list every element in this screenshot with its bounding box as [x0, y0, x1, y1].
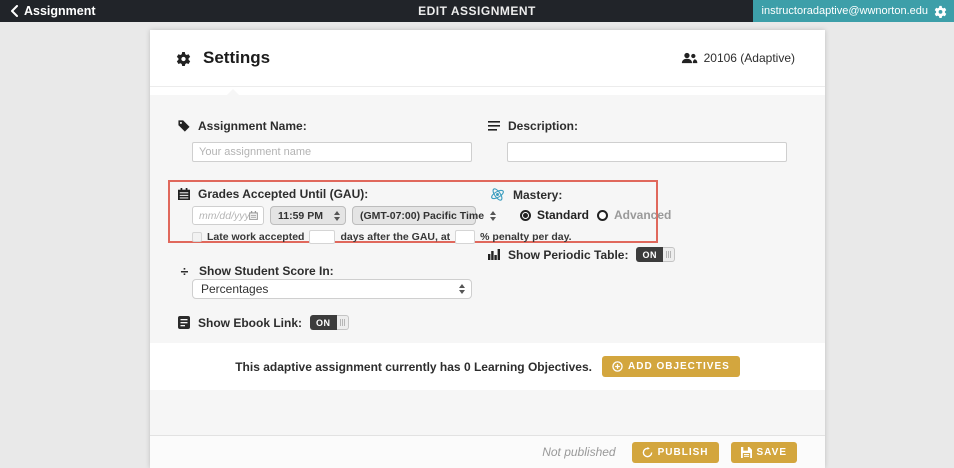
gau-label: Grades Accepted Until (GAU):: [198, 187, 368, 201]
gau-time-value: 11:59 PM: [278, 210, 323, 222]
publish-label: PUBLISH: [658, 447, 709, 458]
divide-icon: ÷: [178, 263, 191, 279]
publish-refresh-icon: [642, 447, 653, 458]
toggle-on-label: ON: [636, 247, 663, 262]
add-objectives-button[interactable]: ADD OBJECTIVES: [602, 356, 740, 377]
class-label: 20106 (Adaptive): [704, 51, 795, 65]
plus-circle-icon: [612, 361, 623, 372]
late-work-penalty-input[interactable]: [455, 230, 475, 244]
assignment-name-label-row: Assignment Name:: [178, 119, 307, 133]
account-email: instructoradaptive@wwnorton.edu: [762, 5, 928, 17]
gau-time-select[interactable]: 11:59 PM: [270, 206, 346, 225]
late-work-suffix: % penalty per day.: [480, 231, 571, 243]
students-icon: [681, 52, 698, 64]
periodic-table-label: Show Periodic Table:: [508, 248, 628, 262]
mastery-radio-standard[interactable]: Standard: [520, 208, 589, 222]
settings-form-panel: Assignment Name: Description: Grades Acc…: [150, 95, 825, 343]
add-objectives-label: ADD OBJECTIVES: [628, 361, 730, 372]
back-label: Assignment: [24, 4, 96, 18]
select-arrows-icon: [453, 284, 465, 294]
description-label-row: Description:: [488, 119, 578, 133]
gear-icon: [934, 5, 947, 18]
atom-icon: [490, 187, 505, 202]
mastery-label-row: Mastery:: [490, 187, 562, 202]
save-button[interactable]: SAVE: [731, 442, 798, 463]
gau-label-row: Grades Accepted Until (GAU):: [178, 187, 368, 201]
select-arrows-icon: [484, 211, 496, 221]
publish-status: Not published: [542, 445, 615, 459]
settings-card: Settings 20106 (Adaptive) Assignment Nam…: [150, 30, 825, 468]
calendar-icon: [178, 188, 190, 200]
gau-date-field[interactable]: [199, 210, 249, 222]
gau-mastery-highlight-box: Grades Accepted Until (GAU): 11:59 PM (G…: [168, 180, 658, 243]
objectives-strip: This adaptive assignment currently has 0…: [150, 343, 825, 390]
late-work-row: Late work accepted days after the GAU, a…: [192, 230, 572, 244]
lower-panel: [150, 390, 825, 435]
account-menu[interactable]: instructoradaptive@wwnorton.edu: [753, 0, 954, 22]
description-input[interactable]: [507, 142, 787, 162]
tag-icon: [178, 120, 190, 132]
toggle-knob[interactable]: [337, 315, 349, 330]
footer-bar: Not published PUBLISH SAVE: [150, 435, 825, 468]
description-lines-icon: [488, 121, 500, 132]
periodic-table-row: Show Periodic Table: ON: [488, 247, 675, 262]
ebook-label: Show Ebook Link:: [198, 316, 302, 330]
late-work-middle: days after the GAU, at: [340, 231, 450, 243]
toggle-on-label: ON: [310, 315, 337, 330]
mastery-radio-advanced[interactable]: Advanced: [597, 208, 671, 222]
section-title: Settings: [203, 48, 270, 68]
ebook-icon: [178, 316, 190, 329]
panel-notch: [226, 89, 240, 96]
score-value: Percentages: [201, 282, 268, 296]
chevron-left-icon: [10, 5, 19, 17]
score-label-row: ÷ Show Student Score In:: [178, 263, 334, 279]
late-work-days-input[interactable]: [309, 230, 335, 244]
radio-unselected-icon: [597, 210, 608, 221]
assignment-name-input[interactable]: [192, 142, 472, 162]
back-to-assignment-button[interactable]: Assignment: [0, 4, 96, 18]
gau-date-input[interactable]: [192, 206, 264, 225]
card-header: Settings 20106 (Adaptive): [150, 30, 825, 87]
toggle-knob[interactable]: [663, 247, 675, 262]
periodic-table-toggle[interactable]: ON: [636, 247, 675, 262]
publish-button[interactable]: PUBLISH: [632, 442, 719, 463]
mastery-advanced-label: Advanced: [614, 208, 671, 222]
select-arrows-icon: [328, 211, 340, 221]
late-work-prefix: Late work accepted: [207, 231, 304, 243]
top-bar: Assignment EDIT ASSIGNMENT instructorada…: [0, 0, 954, 22]
score-label: Show Student Score In:: [199, 264, 334, 278]
gau-timezone-select[interactable]: (GMT-07:00) Pacific Time: [352, 206, 476, 225]
class-info: 20106 (Adaptive): [681, 51, 795, 65]
page-title: EDIT ASSIGNMENT: [418, 4, 536, 18]
date-picker-calendar-icon[interactable]: [249, 211, 258, 220]
mastery-label: Mastery:: [513, 188, 562, 202]
assignment-name-label: Assignment Name:: [198, 119, 307, 133]
gau-timezone-value: (GMT-07:00) Pacific Time: [360, 210, 484, 222]
radio-selected-icon: [520, 210, 531, 221]
mastery-standard-label: Standard: [537, 208, 589, 222]
ebook-toggle[interactable]: ON: [310, 315, 349, 330]
settings-gear-icon: [176, 51, 191, 66]
description-label: Description:: [508, 119, 578, 133]
save-label: SAVE: [757, 447, 788, 458]
late-work-checkbox[interactable]: [192, 232, 202, 242]
ebook-row: Show Ebook Link: ON: [178, 315, 349, 330]
objectives-text: This adaptive assignment currently has 0…: [235, 360, 592, 374]
score-select[interactable]: Percentages: [192, 279, 472, 299]
save-floppy-icon: [741, 447, 752, 458]
periodic-table-icon: [488, 249, 500, 260]
